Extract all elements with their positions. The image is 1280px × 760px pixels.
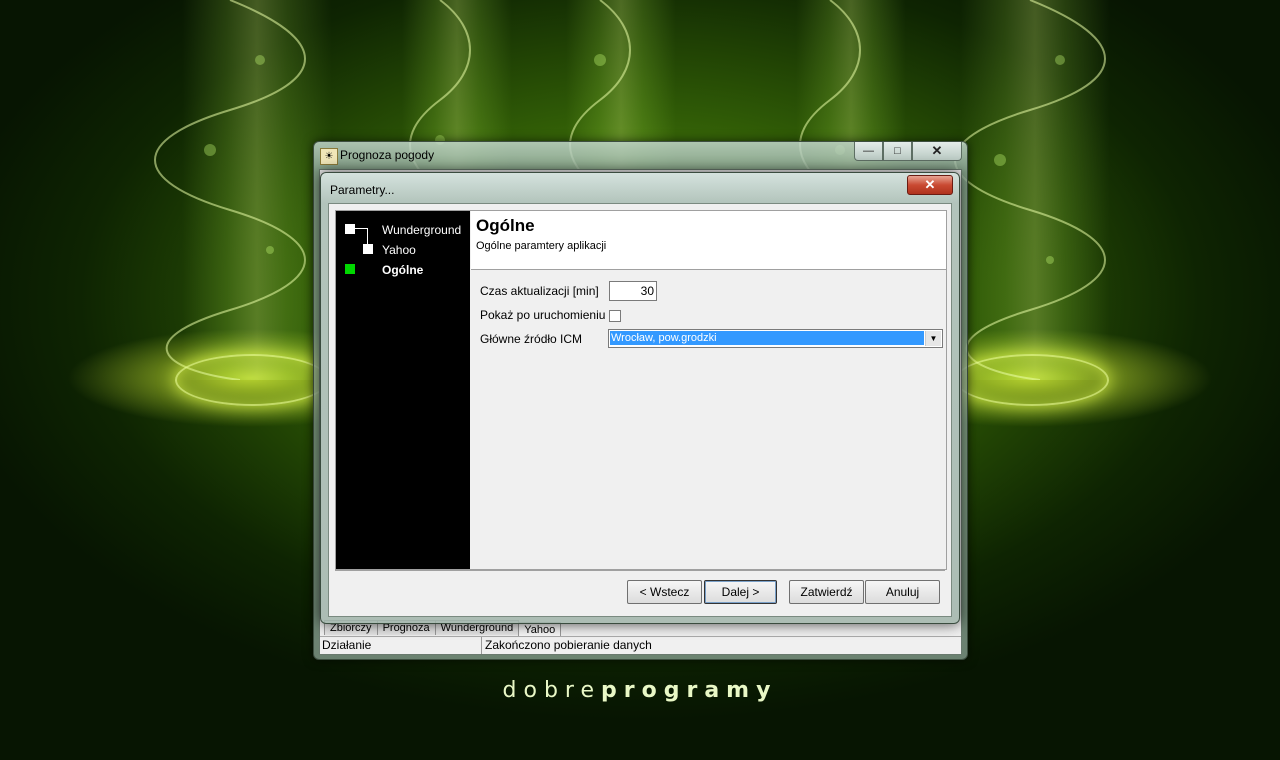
app-sun-icon: ☀ bbox=[320, 148, 338, 165]
status-bar: Działanie Zakończono pobieranie danych bbox=[320, 636, 961, 654]
close-button[interactable]: ✕ bbox=[912, 142, 962, 161]
section-subtitle: Ogólne paramtery aplikacji bbox=[476, 240, 607, 252]
dialog-title: Parametry... bbox=[330, 183, 395, 197]
tree-node-current-icon bbox=[345, 264, 355, 274]
section-header: Ogólne Ogólne paramtery aplikacji bbox=[471, 211, 946, 270]
tree-item-wunderground[interactable]: Wunderground bbox=[382, 223, 461, 237]
cancel-button[interactable]: Anuluj bbox=[865, 580, 940, 604]
brand-light-text: dobre bbox=[502, 678, 602, 703]
tree-node-icon bbox=[363, 244, 373, 254]
minimize-button[interactable]: — bbox=[854, 142, 883, 161]
tree-node-icon bbox=[345, 224, 355, 234]
icm-source-value: Wrocław, pow.grodzki bbox=[609, 330, 925, 346]
update-interval-input[interactable]: 30 bbox=[609, 281, 657, 301]
confirm-button[interactable]: Zatwierdź bbox=[789, 580, 864, 604]
brand-watermark: dobreprogramy bbox=[0, 678, 1280, 703]
status-right: Zakończono pobieranie danych bbox=[485, 638, 652, 652]
parameters-dialog: Parametry... ✕ Wunderground Yahoo Ogólne… bbox=[320, 172, 960, 624]
status-left: Działanie bbox=[322, 638, 372, 652]
settings-content: Ogólne Ogólne paramtery aplikacji Czas a… bbox=[471, 211, 946, 569]
status-separator bbox=[481, 637, 482, 654]
dialog-client-area: Wunderground Yahoo Ogólne Ogólne Ogólne … bbox=[328, 203, 952, 617]
window-controls: — □ ✕ bbox=[854, 142, 962, 161]
icm-source-select[interactable]: Wrocław, pow.grodzki ▼ bbox=[608, 329, 943, 348]
brand-bold-text: programy bbox=[601, 678, 778, 703]
tree-item-yahoo[interactable]: Yahoo bbox=[382, 243, 416, 257]
settings-tree: Wunderground Yahoo Ogólne bbox=[336, 211, 470, 569]
button-divider bbox=[335, 570, 945, 571]
show-on-start-checkbox[interactable] bbox=[609, 310, 621, 322]
next-button[interactable]: Dalej > bbox=[704, 580, 777, 604]
tree-item-ogolne[interactable]: Ogólne bbox=[382, 263, 423, 277]
show-on-start-label: Pokaż po uruchomieniu bbox=[480, 308, 606, 322]
main-window-title: Prognoza pogody bbox=[340, 148, 435, 162]
chevron-down-icon[interactable]: ▼ bbox=[925, 331, 941, 346]
close-icon: ✕ bbox=[924, 177, 936, 192]
update-interval-label: Czas aktualizacji [min] bbox=[480, 284, 599, 298]
section-title: Ogólne bbox=[476, 216, 535, 235]
bg-glow-ring bbox=[175, 354, 329, 406]
bg-glow-ring bbox=[955, 354, 1109, 406]
icm-source-label: Główne źródło ICM bbox=[480, 332, 583, 346]
dialog-close-button[interactable]: ✕ bbox=[907, 175, 953, 195]
back-button[interactable]: < Wstecz bbox=[627, 580, 702, 604]
maximize-button[interactable]: □ bbox=[883, 142, 912, 161]
dialog-panel: Wunderground Yahoo Ogólne Ogólne Ogólne … bbox=[335, 210, 947, 570]
